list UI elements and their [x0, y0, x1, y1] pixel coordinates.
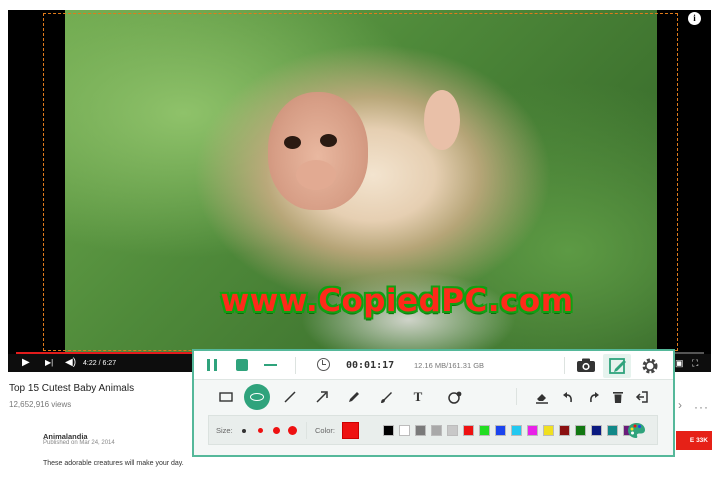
- recorder-toolbar: 00:01:17 12.16 MB/161.31 GB: [194, 351, 673, 380]
- exit-button[interactable]: [630, 387, 654, 407]
- exit-icon: [635, 391, 648, 403]
- color-swatch[interactable]: [431, 425, 442, 436]
- redo-icon: [590, 392, 599, 403]
- volume-icon[interactable]: ◀): [65, 357, 76, 369]
- edit-button[interactable]: [603, 354, 631, 378]
- alarm-clock-icon[interactable]: [317, 358, 330, 371]
- info-icon[interactable]: i: [688, 12, 701, 25]
- size-xlarge-option[interactable]: [288, 426, 297, 435]
- palette-icon[interactable]: [627, 422, 646, 439]
- rectangle-tool[interactable]: [214, 387, 238, 407]
- size-large-option[interactable]: [273, 427, 280, 434]
- color-swatch[interactable]: [575, 425, 586, 436]
- divider: [564, 357, 565, 374]
- play-icon[interactable]: ▶: [22, 357, 30, 369]
- color-swatch[interactable]: [559, 425, 570, 436]
- step-number-icon: [448, 391, 462, 404]
- subscribe-button[interactable]: E 33K: [676, 431, 712, 450]
- divider: [295, 357, 296, 374]
- size-medium-option[interactable]: [258, 428, 263, 433]
- delete-icon: [613, 392, 623, 403]
- brush-icon: [381, 392, 392, 403]
- color-swatch[interactable]: [479, 425, 490, 436]
- gear-icon[interactable]: [641, 357, 659, 375]
- chevron-right-icon[interactable]: ›: [678, 398, 682, 412]
- divider: [516, 388, 517, 405]
- color-swatch[interactable]: [463, 425, 474, 436]
- text-icon: T: [413, 389, 423, 404]
- color-swatch[interactable]: [543, 425, 554, 436]
- next-icon[interactable]: ▶|: [45, 357, 53, 369]
- step-number-tool[interactable]: [444, 387, 468, 407]
- storage-usage: 12.16 MB/161.31 GB: [414, 361, 485, 370]
- current-color-swatch[interactable]: [342, 422, 359, 439]
- publish-date: Published on Mar 24, 2014: [43, 440, 115, 446]
- eraser-tool[interactable]: [530, 387, 554, 407]
- color-swatch[interactable]: [399, 425, 410, 436]
- recorder-panel: 00:01:17 12.16 MB/161.31 GB T Size: Colo…: [192, 349, 675, 457]
- ellipse-icon: [250, 393, 264, 401]
- pen-tool[interactable]: [342, 387, 366, 407]
- line-tool[interactable]: [278, 387, 302, 407]
- fullscreen-icon[interactable]: ⛶: [692, 357, 698, 369]
- eraser-icon: [536, 394, 548, 404]
- divider: [306, 422, 307, 439]
- color-swatch[interactable]: [495, 425, 506, 436]
- view-count: 12,652,916 views: [9, 400, 72, 409]
- recording-timer: 00:01:17: [346, 360, 395, 371]
- minimize-button[interactable]: [264, 364, 277, 366]
- ellipse-tool[interactable]: [244, 384, 270, 410]
- size-small-option[interactable]: [242, 429, 246, 433]
- pause-button[interactable]: [206, 359, 218, 371]
- color-swatch[interactable]: [607, 425, 618, 436]
- edit-icon: [609, 358, 626, 374]
- pen-icon: [349, 392, 359, 402]
- color-swatch[interactable]: [415, 425, 426, 436]
- arrow-tool[interactable]: [310, 387, 334, 407]
- undo-button[interactable]: [556, 387, 580, 407]
- color-swatch[interactable]: [383, 425, 394, 436]
- line-icon: [284, 391, 296, 403]
- undo-icon: [563, 392, 572, 403]
- watermark-text: www.CopiedPC.com: [220, 283, 574, 319]
- brush-tool[interactable]: [374, 387, 398, 407]
- time-display: 4:22 / 6:27: [83, 360, 117, 367]
- color-swatch[interactable]: [447, 425, 458, 436]
- video-title[interactable]: Top 15 Cutest Baby Animals: [9, 383, 134, 394]
- redo-button[interactable]: [582, 387, 606, 407]
- color-swatch[interactable]: [527, 425, 538, 436]
- delete-button[interactable]: [606, 387, 630, 407]
- cast-icon[interactable]: ▣: [675, 357, 684, 369]
- stop-button[interactable]: [236, 359, 248, 371]
- color-swatch[interactable]: [511, 425, 522, 436]
- arrow-icon: [316, 391, 328, 403]
- color-label: Color:: [315, 426, 336, 435]
- camera-icon[interactable]: [576, 357, 596, 373]
- size-label: Size:: [216, 426, 233, 435]
- tool-options-bar: Size: Color:: [208, 415, 658, 445]
- video-description: These adorable creatures will make your …: [43, 460, 184, 467]
- more-options-icon[interactable]: ···: [694, 400, 709, 414]
- rectangle-icon: [219, 392, 233, 402]
- text-tool[interactable]: T: [406, 387, 430, 407]
- color-swatch[interactable]: [591, 425, 602, 436]
